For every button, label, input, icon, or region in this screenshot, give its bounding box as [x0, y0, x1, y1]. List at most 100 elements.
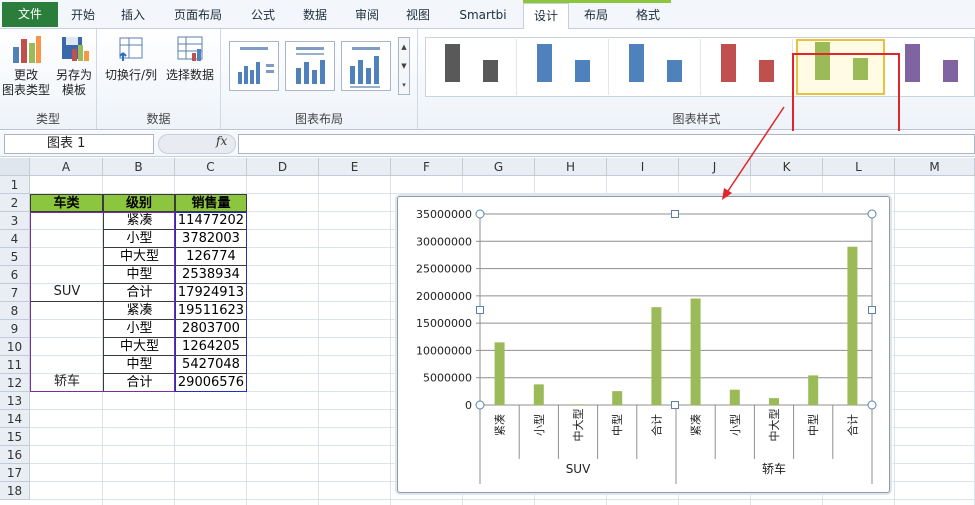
chart-style-4[interactable]: [704, 39, 793, 95]
chart-style-2[interactable]: [520, 39, 609, 95]
table-header-cell[interactable]: 车类: [30, 194, 103, 212]
tab-page-layout[interactable]: 页面布局: [166, 3, 230, 29]
group-layout-label: 图表布局: [294, 112, 343, 126]
column-header-F[interactable]: F: [391, 158, 463, 176]
column-header-H[interactable]: H: [535, 158, 607, 176]
tab-formulas[interactable]: 公式: [240, 3, 286, 29]
row-header-3[interactable]: 3: [0, 212, 30, 230]
save-template-label-1: 另存为: [55, 68, 92, 82]
x-category-label: 小型: [532, 414, 546, 436]
tab-review[interactable]: 审阅: [344, 3, 390, 29]
row-header-6[interactable]: 6: [0, 266, 30, 284]
name-box[interactable]: 图表 1: [4, 134, 154, 154]
change-chart-type-button[interactable]: 更改 图表类型: [2, 33, 50, 98]
scroll-up-icon[interactable]: ▲: [399, 38, 409, 57]
chart-bar: [651, 307, 662, 405]
column-header-C[interactable]: C: [175, 158, 247, 176]
row-header-1[interactable]: 1: [0, 176, 30, 194]
column-header-E[interactable]: E: [319, 158, 391, 176]
embedded-chart[interactable]: 0 5000000 10000000 15000000 20000000 25000000…: [397, 196, 890, 493]
row-header-17[interactable]: 17: [0, 464, 30, 482]
row-header-18[interactable]: 18: [0, 482, 30, 500]
chart-layout-3[interactable]: [341, 41, 391, 91]
row-header-11[interactable]: 11: [0, 356, 30, 374]
chart-svg: 0 5000000 10000000 15000000 20000000 25000000…: [416, 208, 877, 484]
row-header-13[interactable]: 13: [0, 392, 30, 410]
group-type: 更改 图表类型 另存为 模板 类型: [0, 29, 97, 129]
chart-layout-1[interactable]: [229, 41, 279, 91]
change-chart-type-icon: [13, 36, 41, 63]
x-category-label: 紧凑: [493, 414, 507, 436]
column-header-J[interactable]: J: [679, 158, 751, 176]
column-header-G[interactable]: G: [463, 158, 535, 176]
select-data-button[interactable]: 选择数据: [163, 33, 217, 83]
gallery-more-icon[interactable]: ▾: [399, 76, 409, 95]
y-tick-label: 35000000: [416, 208, 472, 221]
column-header-A[interactable]: A: [30, 158, 103, 176]
tab-design[interactable]: 设计: [523, 3, 569, 30]
y-tick-label: 0: [465, 399, 472, 412]
row-header-14[interactable]: 14: [0, 410, 30, 428]
column-header-I[interactable]: I: [607, 158, 679, 176]
chart-style-3[interactable]: [612, 39, 701, 95]
formula-input[interactable]: [238, 134, 975, 154]
tab-insert[interactable]: 插入: [110, 3, 156, 29]
row-header-16[interactable]: 16: [0, 446, 30, 464]
tab-smartbi[interactable]: Smartbi: [448, 3, 518, 29]
style-swatch-bar: [575, 60, 590, 82]
row-header-9[interactable]: 9: [0, 320, 30, 338]
x-category-label: 中型: [806, 414, 820, 436]
column-header-L[interactable]: L: [823, 158, 895, 176]
group-data-label: 数据: [146, 112, 171, 126]
select-data-label: 选择数据: [165, 68, 214, 82]
chart-style-1[interactable]: [428, 39, 517, 95]
tab-file[interactable]: 文件: [2, 2, 58, 27]
column-header-K[interactable]: K: [751, 158, 823, 176]
column-header-M[interactable]: M: [895, 158, 975, 176]
chart-bar: [533, 384, 544, 405]
switch-row-column-icon: [119, 37, 143, 61]
chart-bar: [847, 246, 858, 405]
row-header-7[interactable]: 7: [0, 284, 30, 302]
plot-area-resize-handle: [476, 306, 484, 314]
x-group-label: 轿车: [762, 461, 786, 476]
row-header-8[interactable]: 8: [0, 302, 30, 320]
select-data-icon: [177, 36, 203, 61]
chart-layout-2[interactable]: [285, 41, 335, 91]
chart-style-6[interactable]: [888, 39, 975, 95]
chart-bar: [573, 404, 583, 405]
value-range-highlight: [175, 212, 247, 392]
row-header-5[interactable]: 5: [0, 248, 30, 266]
row-header-4[interactable]: 4: [0, 230, 30, 248]
row-header-10[interactable]: 10: [0, 338, 30, 356]
layout-gallery-scroll[interactable]: ▲ ▼ ▾: [398, 37, 410, 95]
row-header-15[interactable]: 15: [0, 428, 30, 446]
table-header-cell[interactable]: 级别: [103, 194, 175, 212]
chart-bar: [729, 389, 740, 405]
select-all-corner[interactable]: [0, 158, 30, 176]
x-category-label: 中大型: [571, 409, 585, 442]
tab-data[interactable]: 数据: [292, 3, 338, 29]
y-tick-label: 5000000: [423, 372, 472, 385]
chart-bar: [769, 398, 779, 405]
row-header-2[interactable]: 2: [0, 194, 30, 212]
column-header-B[interactable]: B: [103, 158, 175, 176]
y-tick-label: 25000000: [416, 263, 472, 276]
group-chart-layouts: ▲ ▼ ▾ 图表布局: [221, 29, 418, 129]
tab-format[interactable]: 格式: [625, 3, 671, 29]
table-header-cell[interactable]: 销售量: [175, 194, 247, 212]
save-template-label-2: 模板: [61, 83, 86, 97]
fx-icon[interactable]: fx: [216, 134, 227, 148]
x-category-label: 中型: [610, 414, 624, 436]
column-header-D[interactable]: D: [247, 158, 319, 176]
style-swatch-bar: [905, 44, 920, 82]
switch-row-column-label: 切换行/列: [104, 68, 158, 82]
scroll-down-icon[interactable]: ▼: [399, 57, 409, 76]
switch-row-column-button[interactable]: 切换行/列: [103, 33, 159, 83]
tab-home[interactable]: 开始: [60, 3, 106, 29]
row-header-12[interactable]: 12: [0, 374, 30, 392]
tab-chart-layout[interactable]: 布局: [573, 3, 619, 29]
tab-view[interactable]: 视图: [395, 3, 441, 29]
save-as-template-button[interactable]: 另存为 模板: [52, 33, 96, 98]
gridline: [318, 176, 319, 505]
